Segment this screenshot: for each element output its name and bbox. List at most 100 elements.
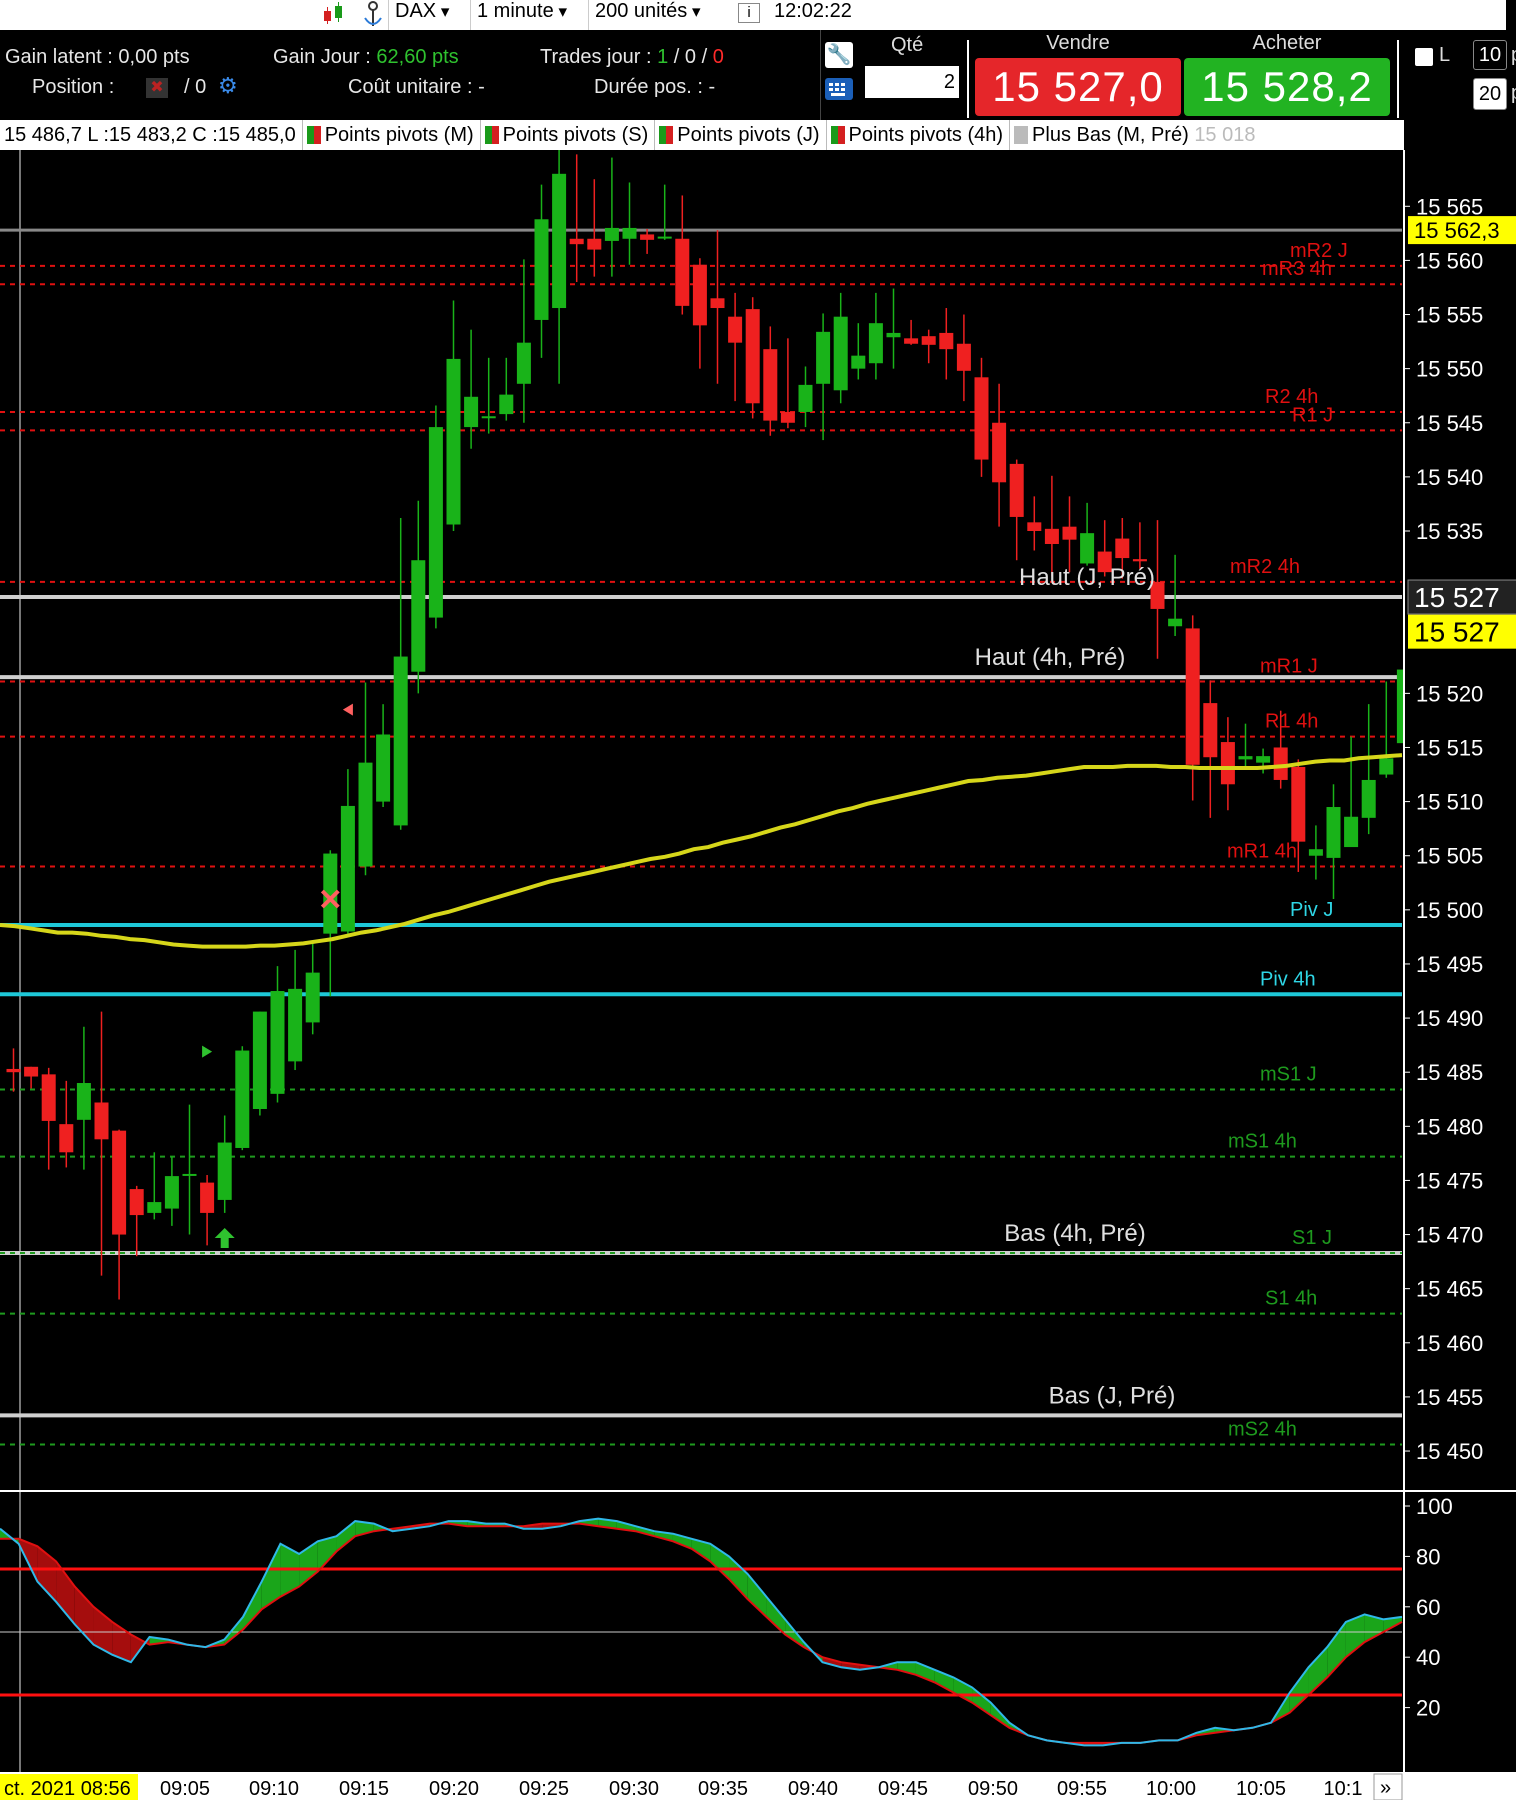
time-tick-label: 09:15 bbox=[339, 1778, 389, 1800]
qty-label: Qté bbox=[891, 34, 924, 56]
gain-jour-label: Gain Jour : bbox=[273, 46, 377, 68]
position-label: Position : bbox=[32, 76, 115, 98]
candle-body bbox=[6, 1068, 21, 1073]
oscillator-fill bbox=[1327, 1621, 1346, 1678]
oscillator-slow-line bbox=[0, 1522, 1403, 1744]
candle-body bbox=[288, 988, 303, 1062]
price-tick-label: 15 455 bbox=[1416, 1385, 1483, 1410]
candle-body bbox=[217, 1142, 232, 1200]
price-tick-label: 15 550 bbox=[1416, 357, 1483, 382]
legend-item-pivots-s[interactable]: Points pivots (S) bbox=[481, 120, 656, 150]
side-input-1[interactable]: 10 bbox=[1473, 40, 1507, 70]
candle-body bbox=[393, 656, 408, 826]
anchor-icon[interactable] bbox=[360, 0, 386, 30]
duree-position: Durée pos. : - bbox=[594, 76, 716, 98]
side-input-2[interactable]: 20 bbox=[1473, 78, 1507, 110]
candle-body bbox=[745, 309, 760, 404]
candle-body bbox=[235, 1050, 250, 1148]
clock: 12:02:22 bbox=[774, 0, 852, 22]
trades-loss: 0 bbox=[712, 46, 724, 68]
candle-body bbox=[305, 972, 320, 1023]
candle-body bbox=[1132, 559, 1147, 562]
price-tick-label: 15 470 bbox=[1416, 1223, 1483, 1248]
sell-button[interactable]: 15 527,0 bbox=[975, 58, 1181, 116]
candle-body bbox=[956, 343, 971, 371]
time-tick-label: 09:20 bbox=[429, 1778, 479, 1800]
oscillator-fill bbox=[729, 1556, 748, 1600]
toolbar-edge bbox=[1506, 0, 1516, 30]
price-level-label: R1 J bbox=[1292, 404, 1333, 426]
candles-icon[interactable] bbox=[322, 2, 348, 24]
side-input-2-value: 20 bbox=[1478, 83, 1502, 105]
candle-body bbox=[552, 173, 567, 309]
info-icon[interactable]: i bbox=[738, 3, 760, 23]
legend-item-pivots-4h[interactable]: Points pivots (4h) bbox=[827, 120, 1011, 150]
price-level-label: mS1 J bbox=[1260, 1064, 1317, 1086]
order-panel: 🔧 Qté 2 Vendre 15 527,0 Acheter 15 528,2… bbox=[820, 30, 1516, 120]
timeframe-select[interactable]: 1 minute bbox=[470, 0, 586, 30]
keyboard-icon[interactable] bbox=[825, 78, 853, 100]
candle-body bbox=[164, 1176, 179, 1209]
legend-item-plus-bas[interactable]: Plus Bas (M, Pré) 15 018 bbox=[1010, 120, 1261, 150]
price-tick-label: 15 540 bbox=[1416, 465, 1483, 490]
price-tag-label: 15 562,3 bbox=[1414, 218, 1500, 243]
oscillator-fill bbox=[747, 1574, 767, 1617]
candle-body bbox=[446, 358, 461, 525]
cout-unitaire: Coût unitaire : - bbox=[348, 76, 485, 98]
oscillator-fill bbox=[953, 1677, 973, 1703]
gear-icon[interactable]: ⚙ bbox=[218, 74, 242, 98]
candle-body bbox=[816, 331, 831, 384]
price-tick-label: 15 450 bbox=[1416, 1439, 1483, 1464]
price-level-label: Piv J bbox=[1290, 899, 1333, 921]
close-position-icon[interactable]: ✖ bbox=[146, 78, 168, 98]
candle-body bbox=[270, 991, 285, 1094]
time-tick-label: 09:50 bbox=[968, 1778, 1018, 1800]
legend-item-pivots-j[interactable]: Points pivots (J) bbox=[655, 120, 827, 150]
time-tick-label: 09:10 bbox=[249, 1778, 299, 1800]
candle-body bbox=[147, 1202, 162, 1213]
candle-body bbox=[868, 323, 883, 364]
qty-input[interactable]: 2 bbox=[865, 66, 959, 98]
candle-body bbox=[1326, 807, 1341, 858]
candle-body bbox=[1308, 849, 1323, 856]
candle-body bbox=[886, 332, 901, 338]
candle-body bbox=[499, 394, 514, 415]
price-level-label: mS2 4h bbox=[1228, 1419, 1297, 1441]
candle-body bbox=[904, 338, 919, 344]
instrument-select[interactable]: DAX bbox=[388, 0, 468, 30]
units-select[interactable]: 200 unités bbox=[588, 0, 722, 30]
trades-label: Trades jour : bbox=[540, 46, 658, 68]
time-tick-label: 10:05 bbox=[1236, 1778, 1286, 1800]
legend-item-pivots-m[interactable]: Points pivots (M) bbox=[303, 120, 481, 150]
candle-body bbox=[534, 219, 549, 320]
candle-body bbox=[1168, 618, 1183, 627]
candle-body bbox=[1062, 526, 1077, 540]
oscillator-tick-label: 100 bbox=[1416, 1494, 1453, 1519]
time-tick-label: 10:1 bbox=[1324, 1778, 1363, 1800]
legend-item-label: Plus Bas (M, Pré) bbox=[1032, 124, 1189, 146]
candle-body bbox=[1080, 533, 1095, 564]
candle-body bbox=[411, 560, 426, 672]
position-value: / 0 bbox=[184, 76, 207, 98]
wrench-icon[interactable]: 🔧 bbox=[825, 42, 853, 68]
legend-item-label: Points pivots (S) bbox=[502, 124, 649, 146]
price-tick-label: 15 520 bbox=[1416, 681, 1483, 706]
price-tick-label: 15 535 bbox=[1416, 519, 1483, 544]
price-chart[interactable]: mR2 JmR3 4hR2 4hR1 JmR2 4hHaut (J, Pré)H… bbox=[0, 150, 1516, 1772]
price-tick-label: 15 560 bbox=[1416, 248, 1483, 273]
legend-bar-edge bbox=[1404, 120, 1516, 150]
price-tick-label: 15 565 bbox=[1416, 194, 1483, 219]
candle-body bbox=[604, 227, 619, 241]
price-tick-label: 15 500 bbox=[1416, 898, 1483, 923]
candle-body bbox=[1220, 742, 1235, 785]
candle-body bbox=[1027, 522, 1042, 532]
l-checkbox[interactable] bbox=[1415, 48, 1433, 66]
buy-button[interactable]: 15 528,2 bbox=[1184, 58, 1390, 116]
gain-latent: Gain latent : 0,00 pts bbox=[5, 46, 190, 69]
price-tick-label: 15 510 bbox=[1416, 790, 1483, 815]
candle-body bbox=[675, 238, 690, 306]
triangle-right-icon bbox=[202, 1045, 213, 1058]
candle-body bbox=[1044, 528, 1059, 544]
candle-body bbox=[1009, 463, 1024, 517]
candle-body bbox=[833, 316, 848, 391]
